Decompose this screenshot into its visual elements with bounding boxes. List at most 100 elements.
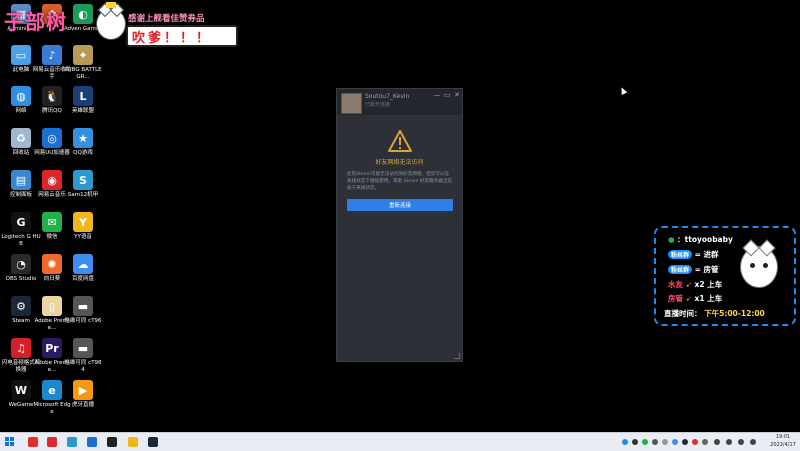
app-icon: ✉ — [42, 212, 62, 232]
desktop-icon-label: YY语音 — [74, 234, 92, 240]
steam-icon[interactable] — [148, 437, 158, 447]
tray-app-icon[interactable] — [692, 439, 698, 445]
steam-header: Soutou7_Kevin 已断开连接 — ▭ ✕ — [337, 89, 462, 115]
app-icon: ◔ — [11, 254, 31, 274]
desktop-icon[interactable]: ✦ PUBG BATTLEGR... — [63, 45, 103, 85]
app-icon: ♻ — [11, 128, 31, 148]
app-icon: ♪ — [42, 45, 62, 65]
fan-group-badge: 粉丝群 — [668, 265, 693, 274]
banner-main-text: 吹爹！！！ — [132, 31, 213, 46]
desktop-icon-label: PUBG BATTLEGR... — [64, 67, 102, 80]
ime-icon[interactable] — [750, 439, 756, 445]
queue-label: 房管 — [668, 294, 683, 303]
app-icon: e — [42, 380, 62, 400]
desktop-icon-label: QQ游戏 — [73, 150, 93, 156]
resize-grip-icon[interactable] — [454, 353, 460, 359]
minimize-icon[interactable]: — — [433, 91, 441, 99]
tray-wechat-icon[interactable] — [642, 439, 648, 445]
desktop-icon-label: 百度网盘 — [71, 276, 94, 282]
sam-icon[interactable] — [67, 437, 77, 447]
app-icon: G — [11, 212, 31, 232]
app-icon: ✦ — [73, 45, 93, 65]
warning-icon — [388, 130, 412, 152]
fan-group-row-1: 粉丝群 = 进群 — [668, 249, 719, 260]
speaker-icon[interactable] — [738, 439, 744, 445]
tray-app-icon[interactable] — [702, 439, 708, 445]
mouse-cursor-icon — [618, 86, 628, 95]
wechat-id: ttoyoobaby — [684, 235, 733, 244]
steam-friends-window: Soutou7_Kevin 已断开连接 — ▭ ✕ 好友网络无法访问 此刻Ste… — [337, 89, 462, 361]
app-icon: ◍ — [11, 86, 31, 106]
fan-group-text: = 进群 — [694, 250, 719, 259]
wechat-row: ● ：ttoyoobaby — [668, 235, 733, 244]
qq-icon[interactable] — [28, 437, 38, 447]
schedule-label: 直播时间： — [664, 309, 702, 318]
cat-mascot-icon — [740, 239, 778, 288]
desktop-icon-label: 虎牙直播 — [71, 402, 94, 408]
stream-info-panel: ● ：ttoyoobaby 粉丝群 = 进群 粉丝群 = 房管 水友 ➹ x2 … — [654, 226, 796, 326]
app-icon: ▯ — [42, 296, 62, 316]
reconnect-button[interactable]: 重新连接 — [347, 199, 453, 211]
schedule-row: 直播时间： 下午5:00-12:00 — [664, 308, 765, 319]
desktop-icon[interactable]: S Sam12机甲 — [63, 170, 103, 210]
clock-time[interactable]: 19:01 — [769, 434, 797, 440]
yy-icon[interactable] — [128, 437, 138, 447]
app-icon: L — [73, 86, 93, 106]
desktop-icon[interactable]: L 英雄联盟 — [63, 86, 103, 126]
desktop-icon[interactable]: ☁ 百度网盘 — [63, 254, 103, 294]
desktop-icon-label: 皓维可同 cT984 — [64, 360, 102, 373]
fan-group-text: = 房管 — [694, 265, 719, 274]
desktop-icon-label: Sam12机甲 — [67, 192, 99, 198]
app-icon: ☁ — [73, 254, 93, 274]
queue-row-2: 房管 ➹ x1 上车 — [668, 293, 722, 304]
chevron-up-icon[interactable] — [714, 439, 720, 445]
error-description: 此刻Steam可能无法访问到好友网络，但您可以在离线状态下继续使用。或者 Ste… — [347, 172, 453, 191]
app-icon: ⚙ — [11, 296, 31, 316]
app-icon: ▤ — [11, 170, 31, 190]
overlay-title: 子部树 — [4, 10, 67, 34]
app-icon: ◐ — [73, 4, 93, 24]
rocket-icon: ➹ — [685, 280, 692, 289]
tray-steam-icon[interactable] — [682, 439, 688, 445]
desktop-icon[interactable]: ▬ 皓维可同 cT984 — [63, 338, 103, 378]
app-icon: ★ — [73, 128, 93, 148]
ghub-icon[interactable] — [107, 437, 117, 447]
app-icon: ◎ — [42, 128, 62, 148]
desktop-icon[interactable]: ▶ 虎牙直播 — [63, 380, 103, 420]
desktop-icon[interactable]: ★ QQ游戏 — [63, 128, 103, 168]
desktop-icon-label: 皓维可同 cT96 — [64, 318, 102, 324]
cat-mascot-icon — [96, 2, 126, 40]
thanks-banner: 感谢上舰看佳赞券品 吹爹！！！ — [96, 2, 242, 47]
start-button[interactable] — [5, 437, 15, 447]
tray-app-icon[interactable] — [652, 439, 658, 445]
app-icon: ▭ — [11, 45, 31, 65]
queue-text: x2 上车 — [694, 280, 723, 289]
steam-username: Soutou7_Kevin — [365, 93, 410, 100]
tray-network-icon[interactable] — [622, 439, 628, 445]
tray-app-icon[interactable] — [672, 439, 678, 445]
rocket-icon: ➹ — [685, 294, 692, 303]
app-icon: W — [11, 380, 31, 400]
tray-app-icon[interactable] — [632, 439, 638, 445]
wechat-icon: ● — [668, 235, 675, 244]
app-icon: ▶ — [73, 380, 93, 400]
desktop-icon-label: 英雄联盟 — [71, 108, 94, 114]
app-icon: ▬ — [73, 338, 93, 358]
app-icon: Pr — [42, 338, 62, 358]
app-icon: S — [73, 170, 93, 190]
app-icon: ✺ — [42, 254, 62, 274]
desktop-icon[interactable]: ▬ 皓维可同 cT96 — [63, 296, 103, 336]
netease-icon[interactable] — [47, 437, 57, 447]
desktop-icon[interactable]: Y YY语音 — [63, 212, 103, 252]
clock-date[interactable]: 2022/4/17 — [769, 442, 797, 448]
wifi-icon[interactable] — [726, 439, 732, 445]
steam-status: 已断开连接 — [365, 102, 391, 108]
tray-app-icon[interactable] — [662, 439, 668, 445]
schedule-value: 下午5:00-12:00 — [704, 309, 765, 318]
app-icon: ♫ — [11, 338, 31, 358]
uu-icon[interactable] — [87, 437, 97, 447]
avatar[interactable] — [341, 93, 362, 114]
banner-caption: 感谢上舰看佳赞券品 — [128, 14, 205, 24]
close-icon[interactable]: ✕ — [453, 91, 461, 99]
maximize-icon[interactable]: ▭ — [443, 91, 451, 99]
